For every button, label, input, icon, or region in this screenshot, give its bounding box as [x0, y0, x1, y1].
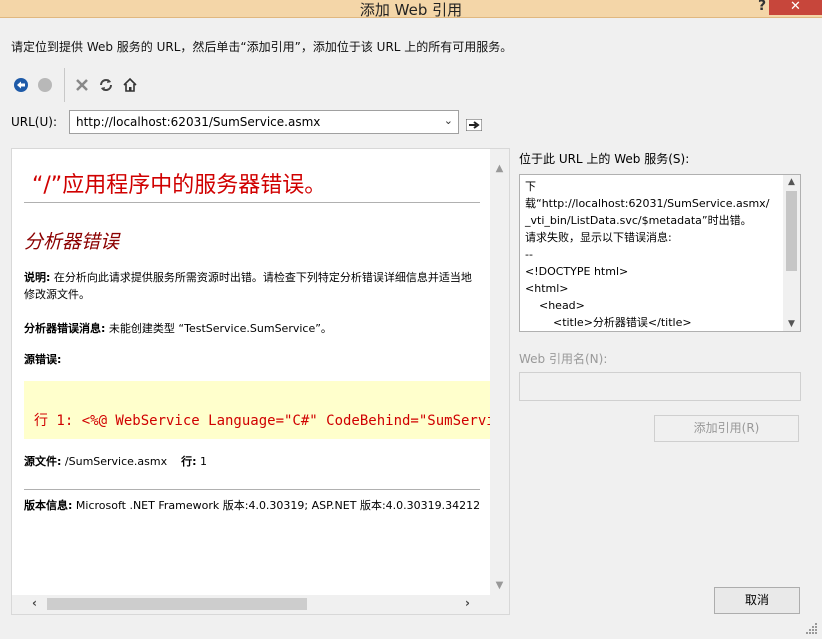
- version-info: 版本信息: Microsoft .NET Framework 版本:4.0.30…: [24, 497, 482, 514]
- close-button[interactable]: ✕: [769, 0, 822, 15]
- scroll-up-icon[interactable]: ▲: [490, 163, 509, 180]
- window-title: 添加 Web 引用: [359, 1, 463, 19]
- services-scrollbar[interactable]: ▲ ▼: [783, 175, 800, 331]
- source-error-label: 源错误:: [24, 353, 62, 366]
- stop-icon[interactable]: [34, 74, 56, 96]
- source-code-block: 行 1: <%@ WebService Language="C#" CodeBe…: [24, 381, 490, 439]
- back-arrow-icon[interactable]: [10, 74, 32, 96]
- title-bar: 添加 Web 引用 ? ✕: [0, 0, 822, 19]
- vertical-scrollbar[interactable]: ▲ ▼: [490, 149, 509, 597]
- source-code-line: 行 1: <%@ WebService Language="C#" CodeBe…: [34, 413, 490, 429]
- cancel-button[interactable]: 取消: [714, 587, 800, 614]
- error-message: 分析器错误消息: 未能创建类型 “TestService.SumService”…: [24, 320, 482, 337]
- scroll-down-icon[interactable]: ▼: [783, 319, 800, 329]
- scroll-thumb[interactable]: [47, 598, 307, 610]
- scroll-corner: [490, 595, 509, 614]
- message-text: 未能创建类型 “TestService.SumService”。: [105, 322, 332, 335]
- services-textbox[interactable]: 下 载“http://localhost:62031/SumService.as…: [519, 174, 801, 332]
- description-text: 在分析向此请求提供服务所需资源时出错。请检查下列特定分析错误详细信息并适当地修改…: [24, 271, 472, 301]
- refresh-icon[interactable]: [95, 74, 117, 96]
- reference-name-label: Web 引用名(N):: [519, 352, 608, 366]
- toolbar-separator: [64, 68, 65, 102]
- url-combobox[interactable]: http://localhost:62031/SumService.asmx ⌄: [69, 110, 459, 134]
- scroll-thumb[interactable]: [786, 191, 797, 271]
- url-label: URL(U):: [11, 115, 57, 129]
- message-label: 分析器错误消息:: [24, 322, 106, 335]
- source-file-info: 源文件: /SumService.asmx 行: 1: [24, 453, 482, 470]
- error-page: “/”应用程序中的服务器错误。 分析器错误 说明: 在分析向此请求提供服务所需资…: [12, 149, 490, 597]
- scroll-up-icon[interactable]: ▲: [783, 177, 800, 187]
- services-text: 下 载“http://localhost:62031/SumService.as…: [525, 180, 770, 329]
- file-label: 源文件:: [24, 455, 62, 468]
- instruction-text: 请定位到提供 Web 服务的 URL，然后单击“添加引用”，添加位于该 URL …: [11, 40, 513, 54]
- error-subtitle: 分析器错误: [24, 231, 120, 253]
- version-label: 版本信息:: [24, 499, 73, 512]
- x-icon[interactable]: [71, 74, 93, 96]
- help-button[interactable]: ?: [758, 0, 766, 14]
- home-icon[interactable]: [119, 74, 141, 96]
- services-label: 位于此 URL 上的 Web 服务(S):: [519, 152, 690, 166]
- divider: [24, 489, 480, 490]
- browser-pane[interactable]: “/”应用程序中的服务器错误。 分析器错误 说明: 在分析向此请求提供服务所需资…: [11, 148, 510, 615]
- scroll-right-icon[interactable]: ›: [458, 596, 477, 613]
- version-text: Microsoft .NET Framework 版本:4.0.30319; A…: [72, 499, 481, 512]
- file-text: /SumService.asmx: [61, 455, 168, 468]
- line-text: 1: [196, 455, 208, 468]
- description-label: 说明:: [24, 271, 51, 284]
- url-value: http://localhost:62031/SumService.asmx: [76, 115, 321, 129]
- line-label: 行:: [181, 455, 197, 468]
- add-reference-button[interactable]: 添加引用(R): [654, 415, 799, 442]
- scroll-left-icon[interactable]: ‹: [25, 596, 44, 613]
- divider: [24, 202, 480, 203]
- reference-name-input[interactable]: [519, 372, 801, 401]
- resize-grip-icon[interactable]: [804, 621, 818, 635]
- error-description: 说明: 在分析向此请求提供服务所需资源时出错。请检查下列特定分析错误详细信息并适…: [24, 269, 482, 303]
- browser-toolbar: [10, 68, 143, 102]
- go-arrow-icon[interactable]: [465, 118, 483, 132]
- error-title: “/”应用程序中的服务器错误。: [32, 173, 327, 198]
- chevron-down-icon[interactable]: ⌄: [444, 114, 453, 127]
- horizontal-scrollbar[interactable]: ‹ ›: [12, 595, 490, 614]
